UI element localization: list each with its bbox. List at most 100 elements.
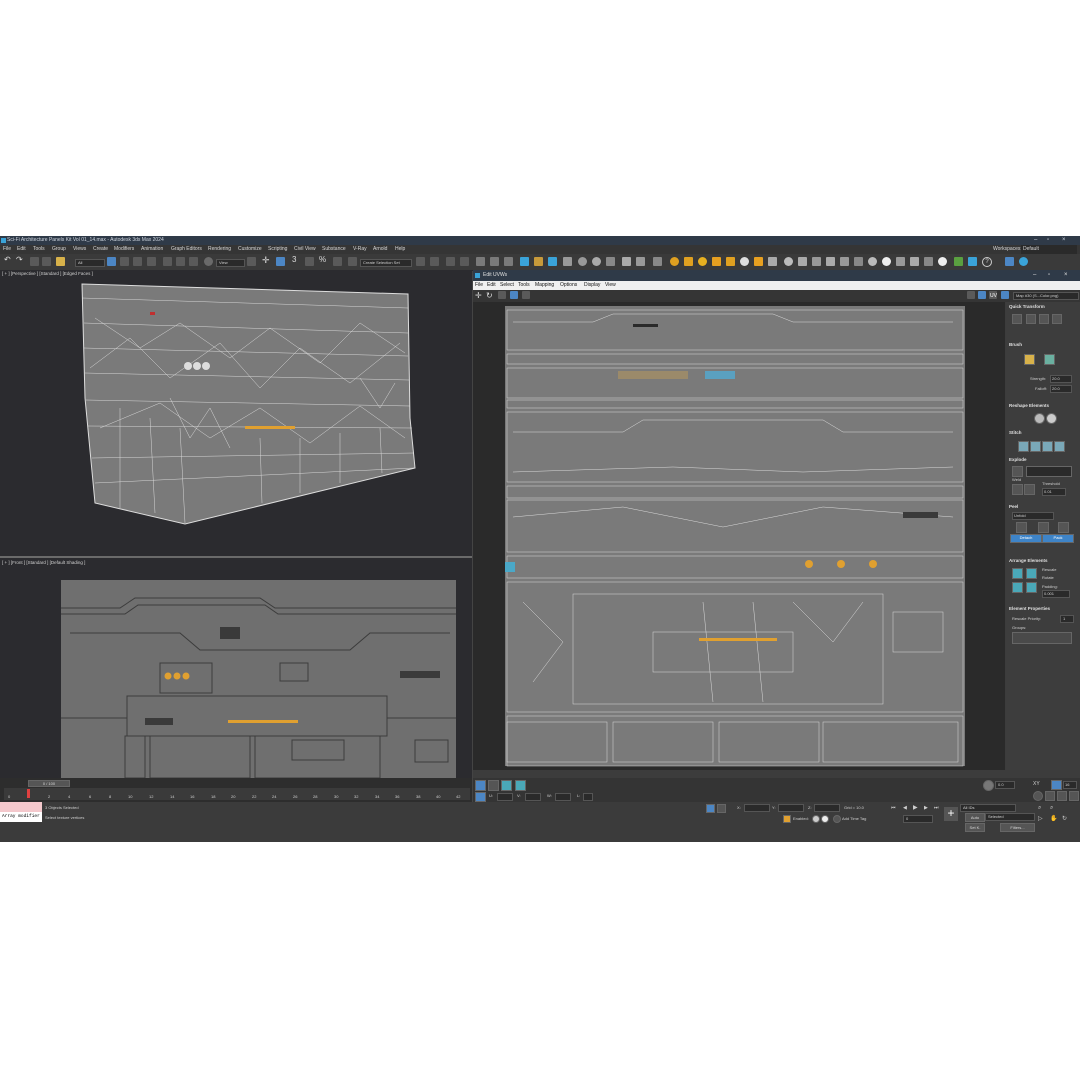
viewport-zoom-all-icon[interactable]: ⌕ bbox=[1050, 805, 1053, 812]
pin-icon[interactable] bbox=[1038, 522, 1049, 533]
render-setup-icon[interactable] bbox=[520, 257, 529, 266]
selection-filter-dropdown[interactable]: All bbox=[75, 259, 105, 267]
rotate-checkbox[interactable]: Rotate bbox=[1042, 575, 1054, 580]
time-slider[interactable]: 0 / 100 bbox=[28, 780, 70, 787]
vray-light-icon[interactable] bbox=[670, 257, 679, 266]
relax-icon[interactable] bbox=[1046, 413, 1057, 424]
add-time-tag[interactable]: Add Time Tag bbox=[842, 816, 866, 821]
edge-mode-icon[interactable] bbox=[488, 780, 499, 791]
script-icon[interactable] bbox=[954, 257, 963, 266]
groups-buttons[interactable] bbox=[1012, 632, 1072, 644]
explode-options-bar[interactable] bbox=[1026, 466, 1072, 477]
maxscript-input[interactable]: Array modifier bbox=[0, 812, 42, 822]
create-key-icon[interactable]: + bbox=[944, 807, 958, 821]
vray-render-icon[interactable] bbox=[622, 257, 631, 266]
menu-vray[interactable]: V-Ray bbox=[353, 245, 367, 254]
uv-menu-tools[interactable]: Tools bbox=[518, 281, 530, 290]
menu-file[interactable]: File bbox=[3, 245, 11, 254]
adaptive-degradation-icon[interactable] bbox=[783, 815, 791, 823]
menu-civil-view[interactable]: Civil View bbox=[294, 245, 316, 254]
uv-channel-label[interactable]: UV bbox=[990, 293, 997, 299]
weld-selected-icon[interactable] bbox=[1012, 484, 1023, 495]
percent-snap-icon[interactable]: % bbox=[319, 255, 328, 264]
uv-menu-select[interactable]: Select bbox=[500, 281, 514, 290]
vray-clipper-icon[interactable] bbox=[812, 257, 821, 266]
align-horizontal-icon[interactable] bbox=[1026, 314, 1036, 324]
quick-transform-header[interactable]: Quick Transform bbox=[1009, 304, 1045, 309]
vray-proxy-icon[interactable] bbox=[768, 257, 777, 266]
polygon-mode-icon[interactable] bbox=[501, 780, 512, 791]
padding-field[interactable]: 0.001 bbox=[1042, 590, 1070, 598]
perspective-viewport[interactable] bbox=[0, 278, 472, 556]
select-rotate-icon[interactable] bbox=[176, 257, 185, 266]
pivot-point-icon[interactable] bbox=[247, 257, 256, 266]
vray-fur-icon[interactable] bbox=[784, 257, 793, 266]
go-to-end-icon[interactable]: ⏭ bbox=[934, 805, 939, 811]
isolate-selection-icon[interactable] bbox=[706, 804, 715, 813]
select-move-icon[interactable] bbox=[163, 257, 172, 266]
selection-lock-icon[interactable] bbox=[717, 804, 726, 813]
menu-arnold[interactable]: Arnold bbox=[373, 245, 387, 254]
xy-toggle[interactable]: XY bbox=[1033, 781, 1040, 787]
rendered-frame-icon[interactable] bbox=[534, 257, 543, 266]
menu-create[interactable]: Create bbox=[93, 245, 108, 254]
vertex-mode-icon[interactable] bbox=[475, 780, 486, 791]
workspace-dropdown[interactable]: Default bbox=[1021, 245, 1077, 254]
uv-move-icon[interactable]: ✛ bbox=[475, 291, 484, 300]
vray-mesh-light-icon[interactable] bbox=[726, 257, 735, 266]
timeline[interactable]: 0 / 100 0 2 4 6 8 10 12 14 16 18 20 22 2… bbox=[0, 778, 472, 802]
grid-snap-icon[interactable] bbox=[1051, 780, 1062, 790]
transform-gizmo-icon[interactable]: ✛ bbox=[262, 255, 271, 265]
uv-close-icon[interactable]: × bbox=[1064, 270, 1068, 281]
stitch-header[interactable]: Stitch bbox=[1009, 430, 1022, 435]
peel-mode-dropdown[interactable]: Unfold bbox=[1012, 512, 1054, 520]
rotate-90-icon[interactable] bbox=[1052, 314, 1062, 324]
y-coord-field[interactable] bbox=[778, 804, 804, 812]
element-properties-header[interactable]: Element Properties bbox=[1009, 606, 1050, 611]
pack-together-icon[interactable] bbox=[1026, 568, 1037, 579]
uv-mirror-icon[interactable] bbox=[522, 291, 530, 299]
stitch-average-icon[interactable] bbox=[1042, 441, 1053, 452]
curve-editor-icon[interactable] bbox=[476, 257, 485, 266]
vray-ies-icon[interactable] bbox=[712, 257, 721, 266]
align-vertical-icon[interactable] bbox=[1039, 314, 1049, 324]
help-icon[interactable]: ? bbox=[982, 257, 992, 267]
select-object-icon[interactable] bbox=[107, 257, 116, 266]
id-filter-dropdown[interactable]: All IDs bbox=[960, 804, 1016, 812]
uv-checker-icon[interactable] bbox=[967, 291, 975, 299]
strength-field[interactable]: 20.0 bbox=[1050, 375, 1072, 383]
spinner-snap-icon[interactable] bbox=[333, 257, 342, 266]
vray-ambient-icon[interactable] bbox=[740, 257, 749, 266]
menu-substance[interactable]: Substance bbox=[322, 245, 346, 254]
u-field[interactable] bbox=[497, 793, 513, 801]
straighten-icon[interactable] bbox=[1034, 413, 1045, 424]
falloff-field[interactable]: 20.0 bbox=[1050, 385, 1072, 393]
window-crossing-icon[interactable] bbox=[147, 257, 156, 266]
schematic-view-icon[interactable] bbox=[490, 257, 499, 266]
menu-animation[interactable]: Animation bbox=[141, 245, 163, 254]
align-to-edge-icon[interactable] bbox=[1012, 314, 1022, 324]
uv-canvas[interactable] bbox=[473, 302, 1005, 770]
keyboard-shortcut-icon[interactable] bbox=[276, 257, 285, 266]
uv-menu-edit[interactable]: Edit bbox=[487, 281, 496, 290]
unpin-icon[interactable] bbox=[1058, 522, 1069, 533]
sign-in-icon[interactable] bbox=[1019, 257, 1028, 266]
close-icon[interactable]: × bbox=[1062, 236, 1066, 245]
detach-button[interactable]: Detach bbox=[1010, 534, 1042, 543]
teapot-icon[interactable] bbox=[563, 257, 572, 266]
vray-converter-icon[interactable] bbox=[910, 257, 919, 266]
zoom-region-icon[interactable] bbox=[1045, 791, 1055, 801]
menu-views[interactable]: Views bbox=[73, 245, 86, 254]
vray-cosmos-icon[interactable] bbox=[924, 257, 933, 266]
menu-scripting[interactable]: Scripting bbox=[268, 245, 287, 254]
select-place-icon[interactable] bbox=[204, 257, 213, 266]
z-coord-field[interactable] bbox=[814, 804, 840, 812]
track-bar[interactable] bbox=[4, 788, 470, 800]
menu-modifiers[interactable]: Modifiers bbox=[114, 245, 134, 254]
named-selection-dropdown[interactable]: Create Selection Set bbox=[360, 259, 412, 267]
stitch-target-icon[interactable] bbox=[1030, 441, 1041, 452]
x-coord-field[interactable] bbox=[744, 804, 770, 812]
pack-button[interactable]: Pack bbox=[1042, 534, 1074, 543]
time-tag-icon[interactable] bbox=[833, 815, 841, 823]
select-by-name-icon[interactable] bbox=[120, 257, 129, 266]
